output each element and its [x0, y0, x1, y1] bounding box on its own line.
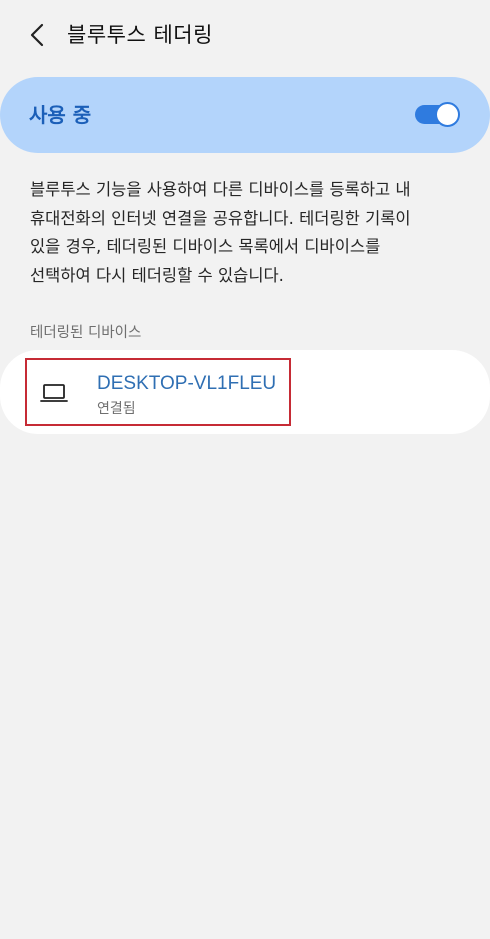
- description-text: 블루투스 기능을 사용하여 다른 디바이스를 등록하고 내 휴대전화의 인터넷 …: [30, 176, 470, 290]
- description-line: 블루투스 기능을 사용하여 다른 디바이스를 등록하고 내: [30, 180, 411, 199]
- description-line: 선택하여 다시 테더링할 수 있습니다.: [30, 265, 284, 285]
- master-toggle-card[interactable]: 사용 중: [0, 77, 490, 153]
- description-line: 있을 경우, 테더링된 디바이스 목록에서 디바이스를: [30, 237, 381, 256]
- page-title: 블루투스 테더링: [67, 23, 213, 47]
- bluetooth-tethering-switch[interactable]: [415, 102, 460, 127]
- description-line: 휴대전화의 인터넷 연결을 공유합니다. 테더링한 기록이: [30, 208, 411, 228]
- back-button[interactable]: [22, 20, 52, 50]
- device-status: 연결됨: [97, 401, 136, 417]
- app-header: 블루투스 테더링: [0, 0, 490, 70]
- device-name: DESKTOP-VL1FLEU: [97, 373, 277, 394]
- toggle-label: 사용 중: [29, 103, 92, 127]
- chevron-left-icon: [30, 23, 44, 47]
- switch-thumb: [435, 102, 460, 127]
- device-item[interactable]: DESKTOP-VL1FLEU 연결됨: [25, 358, 291, 426]
- laptop-icon: [40, 384, 68, 402]
- section-header-tethered-devices: 테더링된 디바이스: [30, 325, 142, 341]
- tethered-devices-card: DESKTOP-VL1FLEU 연결됨: [0, 350, 490, 434]
